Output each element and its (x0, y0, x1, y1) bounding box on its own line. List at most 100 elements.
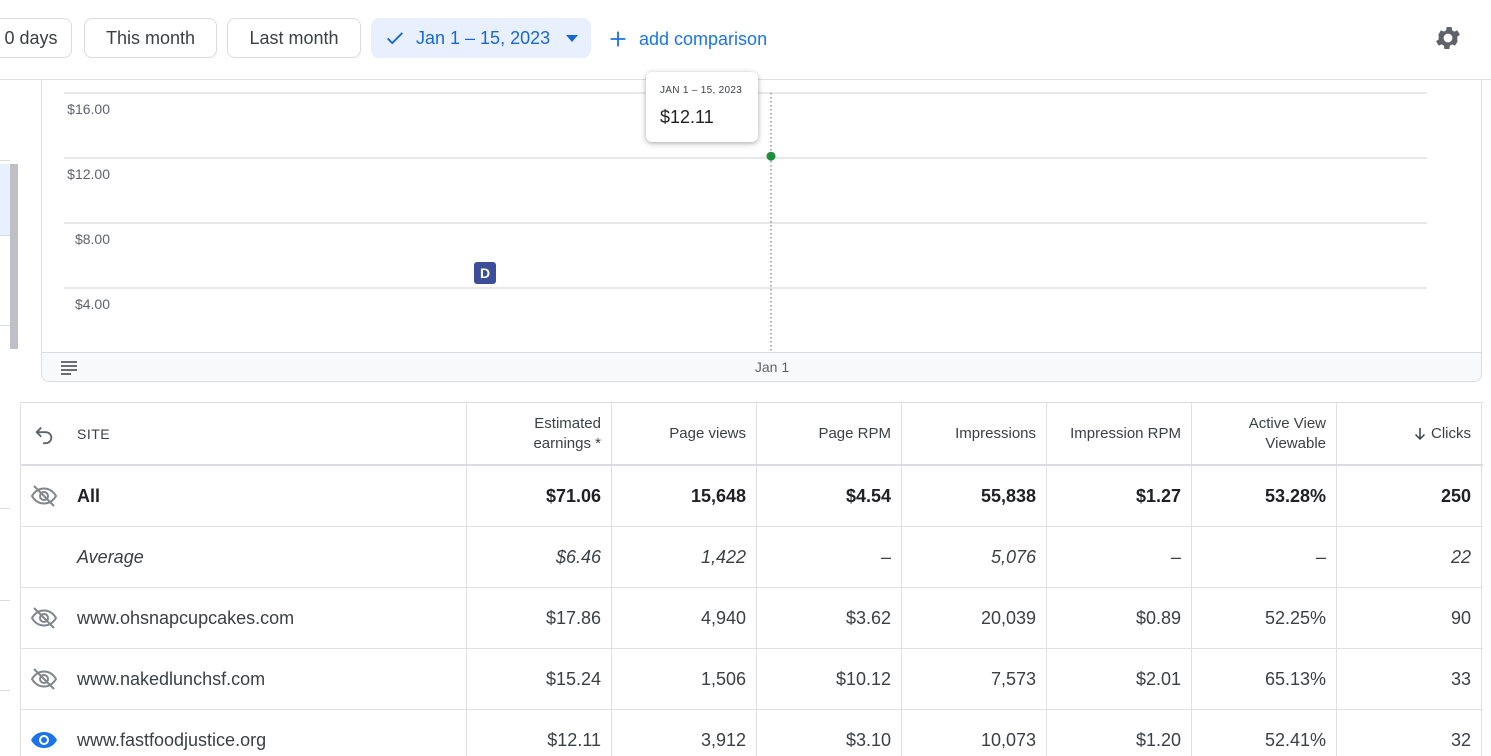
column-header-estimated-earnings[interactable]: Estimated earnings * (467, 403, 612, 464)
checkmark-icon (387, 32, 403, 45)
empty-icon-cell (21, 527, 67, 587)
tooltip-value: $12.11 (660, 107, 714, 127)
add-comparison-label: add comparison (639, 28, 768, 49)
divider (0, 600, 10, 601)
eye-off-icon (30, 607, 58, 629)
date-chip-this-month[interactable]: This month (84, 18, 217, 58)
site-name: www.fastfoodjustice.org (67, 710, 467, 756)
clicks-value: 90 (1337, 588, 1482, 648)
divider (0, 325, 10, 326)
sidebar-scrollbar[interactable] (10, 164, 18, 349)
site-name: All (67, 466, 467, 526)
table-header-row: SITE Estimated earnings * Page views Page… (21, 403, 1483, 466)
clicks-value: 33 (1337, 649, 1482, 709)
chip-label: 0 days (4, 27, 58, 48)
column-header-active-view[interactable]: Active View Viewable (1192, 403, 1337, 464)
eye-off-icon (30, 485, 58, 507)
clicks-value: 32 (1337, 710, 1482, 756)
page-views-value: 3,912 (612, 710, 757, 756)
page-views-value: 1,506 (612, 649, 757, 709)
header-label: Active View (1248, 414, 1326, 432)
column-header-site[interactable]: SITE (67, 403, 467, 464)
sort-descending-icon (1414, 427, 1426, 440)
undo-icon (35, 426, 53, 444)
page-views-value: 4,940 (612, 588, 757, 648)
visibility-toggle[interactable] (21, 649, 67, 709)
header-label: Clicks (1431, 424, 1471, 442)
column-header-page-views[interactable]: Page views (612, 403, 757, 464)
visibility-toggle[interactable] (21, 710, 67, 756)
earnings-value: $15.24 (467, 649, 612, 709)
site-name: www.nakedlunchsf.com (67, 649, 467, 709)
divider (0, 235, 10, 236)
impressions-value: 5,076 (902, 527, 1047, 587)
impression-rpm-value: $1.20 (1047, 710, 1192, 756)
chip-label: Last month (249, 27, 339, 48)
header-label: earnings * (533, 434, 601, 452)
selected-range-label: Jan 1 – 15, 2023 (416, 27, 551, 48)
header-label: Estimated (534, 414, 601, 432)
y-axis-tick-label: $12.00 (67, 166, 110, 182)
site-name: Average (67, 527, 467, 587)
visibility-toggle[interactable] (21, 588, 67, 648)
table-row-total: All $71.06 15,648 $4.54 55,838 $1.27 53.… (21, 466, 1483, 527)
chart-plot-area: $16.00 $12.00 $8.00 $4.00 (64, 92, 1427, 352)
table-row[interactable]: www.fastfoodjustice.org $12.11 3,912 $3.… (21, 710, 1483, 756)
visibility-toggle[interactable] (21, 466, 67, 526)
table-row[interactable]: www.ohsnapcupcakes.com $17.86 4,940 $3.6… (21, 588, 1483, 649)
tooltip-date-range: JAN 1 – 15, 2023 (660, 85, 743, 96)
sidebar-selected-item[interactable] (0, 164, 10, 236)
divider (0, 508, 10, 509)
page-rpm-value: $3.62 (757, 588, 902, 648)
column-header-page-rpm[interactable]: Page RPM (757, 403, 902, 464)
chart-tooltip: JAN 1 – 15, 2023 $12.11 (646, 72, 758, 142)
earnings-value: $71.06 (467, 466, 612, 526)
date-range-toolbar: 0 days This month Last month Jan 1 – 15,… (0, 0, 1491, 80)
divider (0, 690, 10, 691)
add-comparison-button[interactable]: add comparison (607, 24, 767, 54)
x-axis-tick-label: Jan 1 (754, 359, 790, 375)
page-views-value: 1,422 (612, 527, 757, 587)
data-point[interactable] (766, 151, 776, 161)
settings-gear-icon[interactable] (1433, 23, 1463, 53)
impressions-value: 7,573 (902, 649, 1047, 709)
active-view-value: 53.28% (1192, 466, 1337, 526)
date-range-selector[interactable]: Jan 1 – 15, 2023 (371, 18, 591, 58)
legend-menu-icon[interactable] (60, 359, 78, 377)
divider (0, 160, 10, 161)
impressions-value: 10,073 (902, 710, 1047, 756)
left-sidebar-edge (0, 80, 20, 756)
chart-annotation-marker[interactable]: D (474, 262, 496, 284)
earnings-value: $6.46 (467, 527, 612, 587)
impressions-value: 55,838 (902, 466, 1047, 526)
date-chip-days[interactable]: 0 days (0, 18, 72, 58)
column-header-impression-rpm[interactable]: Impression RPM (1047, 403, 1192, 464)
clicks-value: 250 (1337, 466, 1482, 526)
impression-rpm-value: $2.01 (1047, 649, 1192, 709)
page-rpm-value: $3.10 (757, 710, 902, 756)
table-row-average: Average $6.46 1,422 – 5,076 – – 22 (21, 527, 1483, 588)
clicks-value: 22 (1337, 527, 1482, 587)
date-chip-last-month[interactable]: Last month (227, 18, 361, 58)
eye-icon (31, 732, 57, 748)
impression-rpm-value: $1.27 (1047, 466, 1192, 526)
chip-label: This month (105, 27, 196, 48)
reset-visibility-button[interactable] (21, 403, 67, 464)
y-axis-tick-label: $16.00 (67, 101, 110, 117)
active-view-value: – (1192, 527, 1337, 587)
impressions-value: 20,039 (902, 588, 1047, 648)
column-header-impressions[interactable]: Impressions (902, 403, 1047, 464)
y-axis-tick-label: $8.00 (75, 231, 110, 247)
page-rpm-value: $10.12 (757, 649, 902, 709)
eye-off-icon (30, 668, 58, 690)
header-label: Viewable (1265, 434, 1326, 452)
site-name: www.ohsnapcupcakes.com (67, 588, 467, 648)
plus-icon (610, 31, 626, 47)
active-view-value: 52.41% (1192, 710, 1337, 756)
table-row[interactable]: www.nakedlunchsf.com $15.24 1,506 $10.12… (21, 649, 1483, 710)
sites-report-table: SITE Estimated earnings * Page views Page… (20, 402, 1483, 756)
active-view-value: 52.25% (1192, 588, 1337, 648)
active-view-value: 65.13% (1192, 649, 1337, 709)
dropdown-arrow-icon (566, 34, 579, 42)
column-header-clicks[interactable]: Clicks (1337, 403, 1482, 464)
